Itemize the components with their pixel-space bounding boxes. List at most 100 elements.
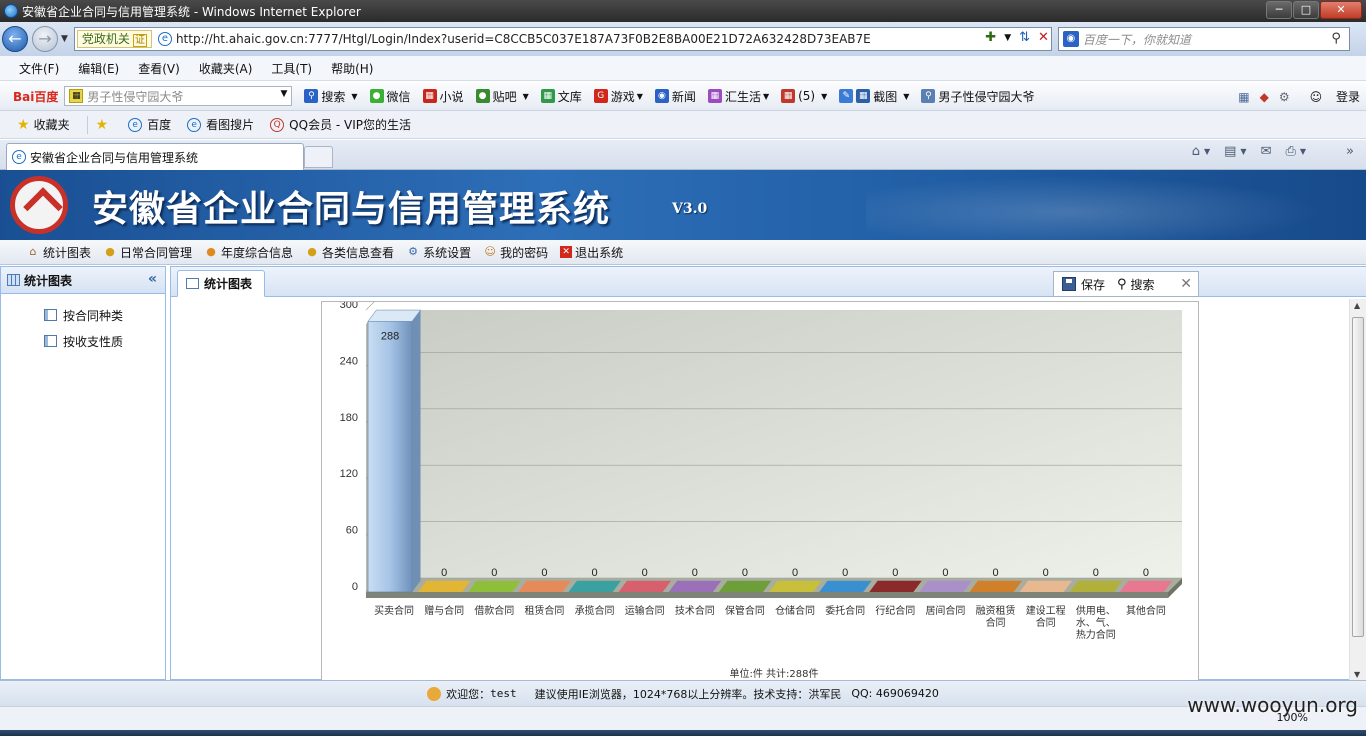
maximize-button[interactable]: □ xyxy=(1293,1,1319,19)
history-dropdown-icon[interactable]: ▼ xyxy=(61,34,68,44)
bar-flat xyxy=(1069,580,1123,592)
bar-value-label: 288 xyxy=(381,330,399,342)
baidu-logo[interactable]: Bai百度 xyxy=(13,88,58,105)
search-box[interactable]: ◉ 百度一下，你就知道 ⚲ xyxy=(1057,27,1350,51)
news-button[interactable]: ◉ 新闻 xyxy=(654,88,696,105)
login-button[interactable]: ☺ 登录 xyxy=(1300,88,1360,105)
nav-logout[interactable]: ✕ 退出系统 xyxy=(560,244,623,261)
chevron-down-icon[interactable]: ▼ xyxy=(1204,147,1210,156)
save-button[interactable]: 保存 xyxy=(1081,276,1105,293)
scrollbar-thumb[interactable] xyxy=(1352,317,1364,637)
vertical-scrollbar[interactable]: ▲ ▼ xyxy=(1349,299,1366,681)
collapse-icon[interactable]: « xyxy=(148,271,157,287)
url-box[interactable]: 党政机关证 e http://ht.ahaic.gov.cn:7777/Htgl… xyxy=(73,27,1052,51)
nav-settings[interactable]: ⚙ 系统设置 xyxy=(406,244,471,261)
add-favorite-icon[interactable]: ★ xyxy=(96,117,109,133)
stop-icon[interactable]: ✕ xyxy=(1038,30,1049,45)
games-button[interactable]: G 游戏 ▼ xyxy=(593,88,643,105)
x-tick-label: 仓储合同 xyxy=(775,604,815,617)
home-icon[interactable]: ⌂ xyxy=(1192,144,1200,159)
screenshot-icon: ▦ xyxy=(856,89,871,103)
search-icon[interactable]: ⚲ xyxy=(1117,277,1127,292)
close-window-button[interactable]: ✕ xyxy=(1320,1,1362,19)
back-button[interactable]: ← xyxy=(2,26,28,52)
life-label: 汇生活 xyxy=(724,89,761,104)
baidu-search-value: 男子性侵守园大爷 xyxy=(87,89,184,104)
baidu-search-button[interactable]: ⚲ 搜索 ▼ xyxy=(304,88,358,105)
forward-button[interactable]: → xyxy=(32,26,58,52)
fav-image-search[interactable]: e 看图搜片 xyxy=(187,116,254,133)
new-tab-button[interactable] xyxy=(304,146,333,168)
x-tick-label: 合同 xyxy=(1036,616,1056,629)
minimize-button[interactable]: ─ xyxy=(1266,1,1292,19)
nav-password[interactable]: ☺ 我的密码 xyxy=(483,244,548,261)
bar-flat xyxy=(919,580,972,592)
wenku-button[interactable]: ▦ 文库 xyxy=(540,88,582,105)
chevron-down-icon[interactable]: ▼ xyxy=(637,92,643,101)
feeds-icon[interactable]: ▤ xyxy=(1224,144,1236,159)
chevron-down-icon[interactable]: ▼ xyxy=(903,92,909,101)
nav-info-view[interactable]: ● 各类信息查看 xyxy=(305,244,394,261)
wechat-button[interactable]: ● 微信 xyxy=(369,88,411,105)
chevron-down-icon[interactable]: ▼ xyxy=(280,89,287,99)
nav-annual-info[interactable]: ● 年度综合信息 xyxy=(204,244,293,261)
fav-qq-vip[interactable]: Q QQ会员 - VIP您的生活 xyxy=(270,116,411,133)
menu-tools[interactable]: 工具(T) xyxy=(271,60,312,77)
scroll-up-icon[interactable]: ▲ xyxy=(1354,301,1360,310)
fav-baidu[interactable]: e 百度 xyxy=(128,116,171,133)
life-button[interactable]: ▦ 汇生活 ▼ xyxy=(707,88,769,105)
url-dropdown-icon[interactable]: ▼ xyxy=(1004,33,1011,43)
chevron-down-icon[interactable]: ▼ xyxy=(763,92,769,101)
novel-button[interactable]: ▦ 小说 xyxy=(422,88,464,105)
scroll-down-icon[interactable]: ▼ xyxy=(1354,670,1360,679)
bar-flat xyxy=(668,580,722,592)
menu-favorites[interactable]: 收藏夹(A) xyxy=(199,60,253,77)
chevron-down-icon[interactable]: ▼ xyxy=(1300,147,1306,156)
baidu-search-type-icon: ▦ xyxy=(69,89,84,103)
nav-daily-contracts[interactable]: ● 日常合同管理 xyxy=(103,244,192,261)
grid-icon[interactable]: ▦ xyxy=(1238,90,1249,104)
search-placeholder: 百度一下，你就知道 xyxy=(1082,32,1191,47)
menu-view[interactable]: 查看(V) xyxy=(138,60,180,77)
fav-image-search-label: 看图搜片 xyxy=(206,118,255,132)
tree-item-by-contract-type[interactable]: 按合同种类 xyxy=(1,302,165,328)
hot-news-link[interactable]: ⚲ 男子性侵守园大爷 xyxy=(921,88,1034,105)
baidu-search-input[interactable]: ▦ 男子性侵守园大爷 ▼ xyxy=(64,86,293,106)
browser-tab[interactable]: e 安徽省企业合同与信用管理系统 xyxy=(6,143,304,170)
url-text[interactable]: http://ht.ahaic.gov.cn:7777/Htgl/Login/I… xyxy=(176,32,871,46)
chevron-down-icon[interactable]: ▼ xyxy=(523,92,529,101)
tieba-button[interactable]: ● 贴吧 ▼ xyxy=(475,88,529,105)
favorites-star-icon[interactable]: ★ xyxy=(17,117,30,133)
bar-value-label: 0 xyxy=(742,567,748,579)
search-icon[interactable]: ⚲ xyxy=(1331,31,1341,46)
save-icon[interactable] xyxy=(1062,277,1076,291)
tree-item-by-income-nature[interactable]: 按收支性质 xyxy=(1,328,165,354)
tree-item-label: 按合同种类 xyxy=(63,308,124,323)
novel-icon: ▦ xyxy=(422,89,437,103)
nav-statistics[interactable]: ⌂ 统计图表 xyxy=(26,244,92,261)
tab-statistics[interactable]: 统计图表 xyxy=(177,270,265,297)
search-button[interactable]: 搜索 xyxy=(1131,276,1155,293)
nav-info-view-label: 各类信息查看 xyxy=(322,245,395,260)
close-icon[interactable]: ✕ xyxy=(1180,276,1192,292)
x-tick-label: 运输合同 xyxy=(625,604,665,617)
more-chevron-icon[interactable]: » xyxy=(1346,144,1354,159)
menu-file[interactable]: 文件(F) xyxy=(19,60,59,77)
mail-icon[interactable]: ✉ xyxy=(1261,144,1272,159)
screenshot-button[interactable]: ✎ ▦ 截图 ▼ xyxy=(839,88,909,105)
zone-badge[interactable]: 党政机关证 xyxy=(76,30,152,48)
gear-icon[interactable]: ⚙ xyxy=(1279,90,1290,104)
chart-toolbar: 保存 ⚲ 搜索 ✕ xyxy=(1053,271,1199,297)
menu-help[interactable]: 帮助(H) xyxy=(331,60,373,77)
chevron-down-icon[interactable]: ▼ xyxy=(1240,147,1246,156)
menu-edit[interactable]: 编辑(E) xyxy=(78,60,119,77)
favorites-button[interactable]: 收藏夹 xyxy=(34,116,70,133)
app-icon[interactable]: ◆ xyxy=(1260,90,1269,104)
refresh-icon[interactable]: ⇅ xyxy=(1019,30,1030,45)
compatibility-icon[interactable]: ✚ xyxy=(985,30,996,45)
print-icon[interactable]: ⎙ xyxy=(1285,144,1295,159)
chevron-down-icon[interactable]: ▼ xyxy=(351,92,357,101)
chevron-down-icon[interactable]: ▼ xyxy=(821,92,827,101)
page-icon xyxy=(44,335,57,347)
messages-button[interactable]: ▦ (5) ▼ xyxy=(781,89,827,103)
